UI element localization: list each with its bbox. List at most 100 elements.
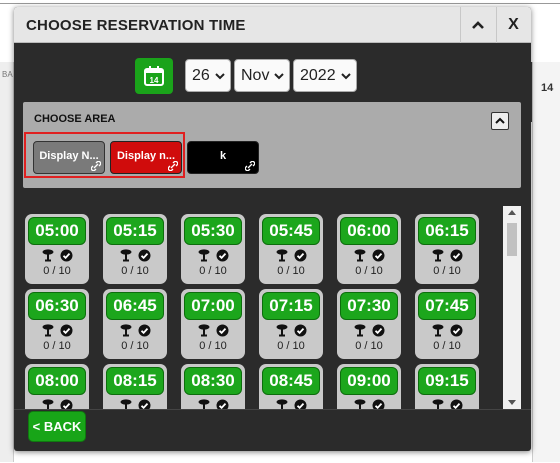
table-icon <box>120 324 131 337</box>
reservation-time-modal: CHOOSE RESERVATION TIME X 14 26 Nov 2022… <box>14 7 531 451</box>
table-icon <box>198 249 209 262</box>
chevron-up-icon <box>471 21 484 29</box>
time-slot[interactable]: 06:30 0 / 10 <box>25 289 89 359</box>
slot-capacity: 0 / 10 <box>199 340 227 352</box>
check-circle-icon <box>60 324 72 337</box>
time-slots-grid: 05:00 0 / 10 05:15 0 / 10 05:30 0 / 10 05:45 0 … <box>23 206 503 409</box>
area-title: CHOOSE AREA <box>34 113 116 125</box>
slot-capacity: 0 / 10 <box>199 265 227 277</box>
slot-icons <box>415 324 479 338</box>
slot-capacity: 0 / 10 <box>43 265 71 277</box>
slot-icons <box>259 249 323 263</box>
year-value: 2022 <box>300 66 336 84</box>
time-slot[interactable]: 06:15 0 / 10 <box>415 214 479 284</box>
time-slot[interactable]: 06:45 0 / 10 <box>103 289 167 359</box>
slot-icons <box>103 399 167 409</box>
time-slot[interactable]: 05:15 0 / 10 <box>103 214 167 284</box>
day-select[interactable]: 26 <box>185 59 231 92</box>
footer-divider <box>14 409 531 410</box>
slot-capacity: 0 / 10 <box>277 340 305 352</box>
check-circle-icon <box>216 324 228 337</box>
time-slot[interactable]: 05:45 0 / 10 <box>259 214 323 284</box>
slots-scrollbar[interactable] <box>503 206 521 409</box>
time-slot[interactable]: 08:00 <box>25 364 89 409</box>
time-slot[interactable]: 08:30 <box>181 364 245 409</box>
table-icon <box>354 324 365 337</box>
scroll-up-arrow[interactable] <box>508 210 516 215</box>
slot-icons <box>103 324 167 338</box>
slot-time: 06:30 <box>28 292 86 320</box>
check-circle-icon <box>450 324 462 337</box>
time-slot[interactable]: 07:00 0 / 10 <box>181 289 245 359</box>
check-circle-icon <box>216 399 228 409</box>
slot-icons <box>259 399 323 409</box>
table-icon <box>42 324 53 337</box>
slot-capacity: 0 / 10 <box>277 265 305 277</box>
check-circle-icon <box>450 399 462 409</box>
slot-icons <box>25 324 89 338</box>
month-select[interactable]: Nov <box>234 59 290 92</box>
back-button[interactable]: < BACK <box>28 411 86 442</box>
close-modal-button[interactable]: X <box>496 7 530 43</box>
time-slot[interactable]: 09:15 <box>415 364 479 409</box>
check-circle-icon <box>138 399 150 409</box>
collapse-modal-button[interactable] <box>460 7 494 43</box>
check-circle-icon <box>294 324 306 337</box>
time-slot[interactable]: 06:00 0 / 10 <box>337 214 401 284</box>
time-slot[interactable]: 07:30 0 / 10 <box>337 289 401 359</box>
slot-time: 07:00 <box>184 292 242 320</box>
calendar-button[interactable]: 14 <box>135 58 173 94</box>
background-left-panel: BA <box>0 62 14 462</box>
slot-time: 08:00 <box>28 367 86 395</box>
slot-icons <box>337 249 401 263</box>
slot-capacity: 0 / 10 <box>121 265 149 277</box>
slot-time: 05:15 <box>106 217 164 245</box>
scroll-thumb[interactable] <box>507 223 517 256</box>
chevron-down-icon <box>341 73 351 80</box>
day-value: 26 <box>192 66 210 84</box>
slot-time: 05:30 <box>184 217 242 245</box>
time-slot[interactable]: 08:45 <box>259 364 323 409</box>
calendar-icon: 14 <box>144 66 164 86</box>
check-circle-icon <box>372 249 384 262</box>
collapse-area-button[interactable] <box>491 112 509 130</box>
time-slot[interactable]: 05:30 0 / 10 <box>181 214 245 284</box>
table-icon <box>42 399 53 409</box>
slot-capacity: 0 / 10 <box>121 340 149 352</box>
table-icon <box>120 249 131 262</box>
slot-time: 09:15 <box>418 367 476 395</box>
area-button-3[interactable]: k <box>187 141 259 174</box>
slot-icons <box>181 399 245 409</box>
slot-time: 05:00 <box>28 217 86 245</box>
table-icon <box>432 399 443 409</box>
time-slot[interactable]: 08:15 <box>103 364 167 409</box>
year-select[interactable]: 2022 <box>293 59 357 92</box>
check-circle-icon <box>138 324 150 337</box>
table-icon <box>276 399 287 409</box>
area-button-1[interactable]: Display N... <box>33 141 105 174</box>
table-icon <box>198 324 209 337</box>
time-slot[interactable]: 05:00 0 / 10 <box>25 214 89 284</box>
slot-time: 06:15 <box>418 217 476 245</box>
slot-capacity: 0 / 10 <box>43 340 71 352</box>
slot-icons <box>181 324 245 338</box>
scroll-down-arrow[interactable] <box>508 400 516 405</box>
link-icon <box>245 161 255 171</box>
background-right-label: 14 <box>541 82 554 94</box>
time-slot[interactable]: 07:45 0 / 10 <box>415 289 479 359</box>
table-icon <box>42 249 53 262</box>
calendar-icon-day: 14 <box>150 76 159 85</box>
check-circle-icon <box>138 249 150 262</box>
slot-icons <box>181 249 245 263</box>
area-button-2[interactable]: Display n... <box>110 141 182 174</box>
slot-icons <box>337 324 401 338</box>
time-slot[interactable]: 09:00 <box>337 364 401 409</box>
time-slot[interactable]: 07:15 0 / 10 <box>259 289 323 359</box>
slot-time: 07:15 <box>262 292 320 320</box>
link-icon <box>168 161 178 171</box>
link-icon <box>91 161 101 171</box>
slot-capacity: 0 / 10 <box>433 265 461 277</box>
chevron-up-icon <box>495 117 505 124</box>
slot-icons <box>259 324 323 338</box>
slot-time: 09:00 <box>340 367 398 395</box>
